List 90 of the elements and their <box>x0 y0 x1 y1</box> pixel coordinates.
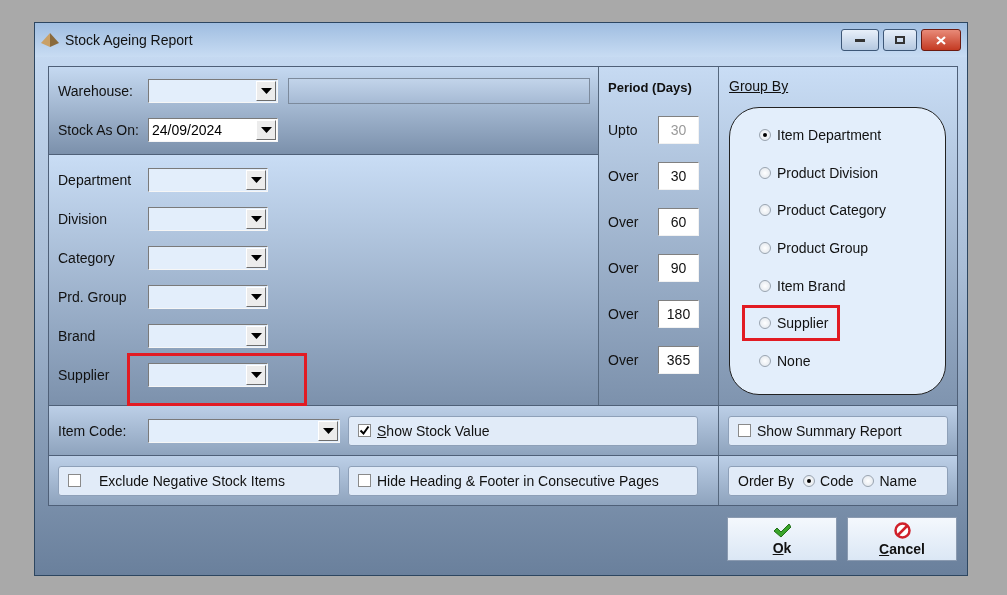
period-label: Over <box>608 260 640 276</box>
ok-button[interactable]: Ok <box>727 517 837 561</box>
checkbox[interactable] <box>358 424 371 437</box>
days-field[interactable]: 30 <box>658 162 699 190</box>
radio-label: Product Group <box>777 239 869 256</box>
period-label: Over <box>608 214 640 230</box>
field-label: Warehouse: <box>58 83 134 99</box>
dropdown-button[interactable] <box>246 286 266 307</box>
pyramid-icon <box>41 33 59 47</box>
field-value: 24/09/2024 <box>151 122 224 138</box>
radio-label: Product Division <box>777 164 879 181</box>
cancel-button[interactable]: Cancel <box>847 517 957 561</box>
radio-label: Item Department <box>777 126 882 143</box>
checkbox-label: Exclude Negative Stock Items <box>99 472 285 489</box>
dropdown-field[interactable] <box>148 167 268 192</box>
field-label: Prd. Group <box>58 288 128 305</box>
radio-label: Product Category <box>777 202 886 219</box>
radio-label: Item Brand <box>777 277 846 294</box>
cancel-icon <box>893 521 911 539</box>
caret-icon <box>250 371 262 378</box>
dropdown-field[interactable] <box>148 284 268 309</box>
field-label: Division <box>58 210 108 227</box>
caret-icon <box>250 293 262 300</box>
dropdown-field[interactable] <box>148 362 268 387</box>
days-field[interactable]: 60 <box>658 208 699 236</box>
caret-icon <box>260 88 272 94</box>
close-button[interactable] <box>921 29 961 51</box>
checkbox-label: Show Summary Report <box>757 422 902 439</box>
window-title: Stock Ageing Report <box>65 32 193 48</box>
checkbox-label: Hide Heading & Footer in Consecutive Pages <box>377 472 659 489</box>
radio-button[interactable] <box>759 166 771 179</box>
days-field[interactable]: 90 <box>658 254 699 282</box>
order-by-label: Order By <box>738 472 794 489</box>
radio-button[interactable] <box>759 241 771 254</box>
checkmark-icon <box>773 522 791 538</box>
dropdown-field[interactable] <box>148 79 278 103</box>
radio-button[interactable] <box>862 474 875 487</box>
caret-icon <box>250 176 262 183</box>
days-field[interactable]: 365 <box>658 346 699 374</box>
dropdown-button[interactable] <box>318 420 338 441</box>
period-title: Period (Days) <box>608 78 693 97</box>
caret-icon <box>250 332 262 339</box>
close-icon <box>936 35 946 45</box>
field-label: Department <box>58 171 133 188</box>
period-label: Over <box>608 306 640 322</box>
caret-icon <box>250 215 262 222</box>
radio-button[interactable] <box>759 317 771 330</box>
dropdown-button[interactable] <box>246 169 266 190</box>
minimize-icon <box>855 38 865 42</box>
dropdown-field[interactable] <box>148 323 268 348</box>
group-title: Group By <box>729 77 789 96</box>
radio-button[interactable] <box>759 354 771 367</box>
radio-button[interactable] <box>759 204 771 217</box>
field-label: Brand <box>58 327 97 344</box>
date-field[interactable]: 24/09/2024 <box>148 118 278 142</box>
field-label: Stock As On: <box>58 122 140 138</box>
radio-button[interactable] <box>759 279 771 292</box>
caret-icon <box>250 254 262 261</box>
field-label: Item Code: <box>58 422 128 439</box>
period-label: Upto <box>608 122 639 138</box>
radio-label: Supplier <box>777 315 829 332</box>
dropdown-field[interactable] <box>148 245 268 270</box>
checkbox[interactable] <box>68 474 81 487</box>
radio-button[interactable] <box>803 474 815 487</box>
restore-button[interactable] <box>883 29 917 51</box>
dropdown-button[interactable] <box>246 247 266 268</box>
radio-label: Code <box>820 472 854 489</box>
radio-label: Name <box>879 472 917 489</box>
caret-icon <box>322 427 334 434</box>
dropdown-field[interactable] <box>148 206 268 231</box>
restore-icon <box>895 36 905 44</box>
checkbox[interactable] <box>358 474 371 487</box>
dropdown-field[interactable] <box>148 418 340 443</box>
dropdown-button[interactable] <box>246 325 266 346</box>
checkbox-label: Show Stock Value <box>377 422 490 439</box>
dropdown-button[interactable] <box>246 208 266 229</box>
minimize-button[interactable] <box>841 29 879 51</box>
days-field[interactable]: 180 <box>658 300 699 328</box>
period-label: Over <box>608 168 640 184</box>
dropdown-button[interactable] <box>256 81 276 101</box>
period-label: Over <box>608 352 640 368</box>
radio-button[interactable] <box>759 128 771 141</box>
caret-icon <box>260 127 272 133</box>
dropdown-button[interactable] <box>256 120 276 140</box>
checkbox[interactable] <box>738 424 751 437</box>
radio-label: None <box>777 352 811 369</box>
field-label: Category <box>58 249 116 266</box>
days-field: 30 <box>658 116 699 144</box>
field-label: Supplier <box>58 366 111 383</box>
dropdown-button[interactable] <box>246 364 266 385</box>
